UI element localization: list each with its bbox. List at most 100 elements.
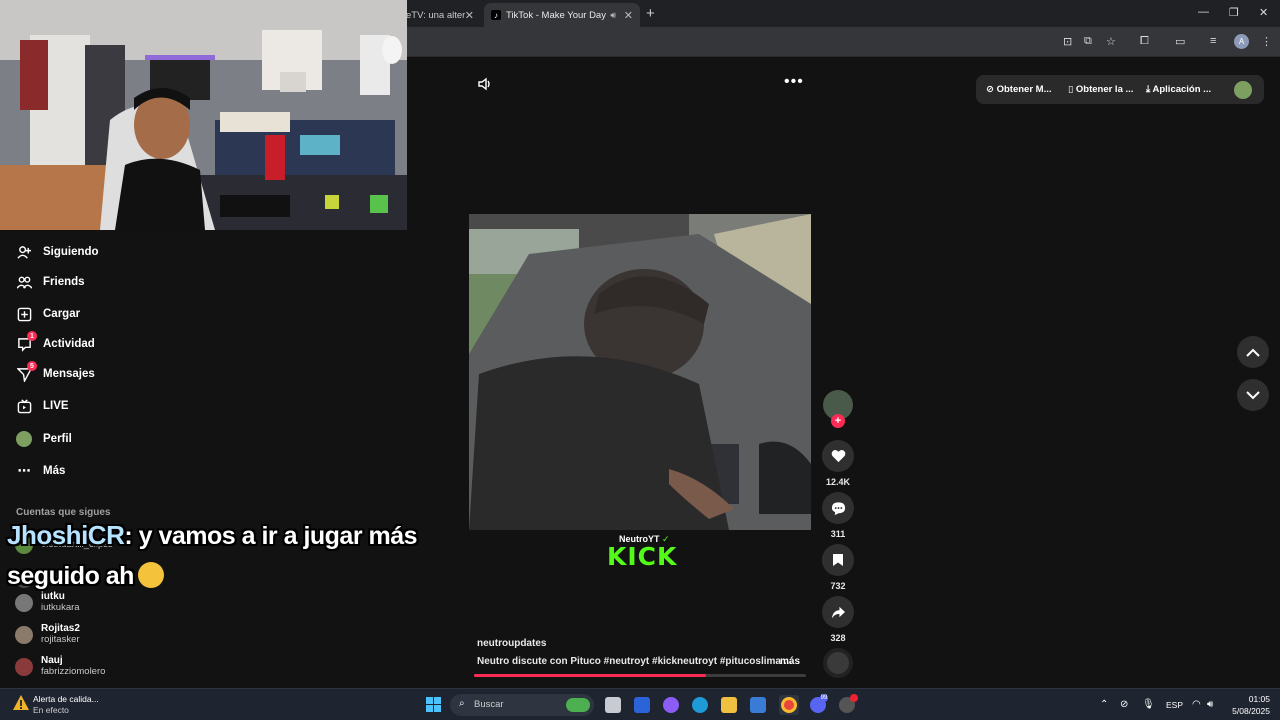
video-progress-bar[interactable] [474, 674, 806, 677]
weather-alert-subtitle: En efecto [33, 705, 69, 715]
network-off-icon[interactable]: ⊘ [1120, 699, 1128, 710]
sidebar-item-live[interactable]: LIVE [16, 398, 69, 414]
extensions-icon[interactable]: ⧠ [1140, 35, 1149, 48]
notification-dot [850, 694, 858, 702]
next-video-button[interactable] [1237, 379, 1269, 411]
following-account[interactable]: Rojitas2 rojitasker [15, 623, 80, 646]
follow-plus-icon[interactable]: + [831, 414, 845, 428]
task-view-icon[interactable] [605, 697, 621, 713]
video-options-icon[interactable]: ••• [784, 73, 804, 91]
windows-taskbar: Alerta de calida... En efecto ⌕ Buscar 9… [0, 688, 1280, 720]
account-handle: rojitasker [41, 634, 80, 645]
get-coins-button[interactable]: ⊘ Obtener M... [986, 84, 1052, 95]
previous-video-button[interactable] [1237, 336, 1269, 368]
tab-etv[interactable]: eTV: una alter ✕ [406, 3, 482, 27]
video-frame-image [469, 214, 811, 530]
close-icon[interactable]: ✕ [624, 9, 633, 22]
clock-date[interactable]: 5/08/2025 [1220, 706, 1270, 716]
microsoft-store-icon[interactable] [750, 697, 766, 713]
tab-tiktok[interactable]: ♪ TikTok - Make Your Day 🔊︎ ✕ [484, 3, 640, 27]
comment-icon [831, 501, 845, 515]
clock-time[interactable]: 01:05 [1220, 694, 1270, 704]
bookmark-star-icon[interactable]: ☆ [1106, 35, 1116, 48]
upload-icon [16, 306, 32, 322]
kick-watermark: KICK [607, 542, 678, 571]
more-icon: ⋯ [17, 463, 31, 478]
close-icon[interactable]: ✕ [465, 9, 474, 22]
speaker-icon[interactable]: 🔊︎ [1207, 699, 1213, 710]
account-name: Nauj [41, 655, 63, 666]
tiktok-logo-icon: ♪ [491, 10, 501, 20]
save-button[interactable] [822, 544, 854, 576]
media-controls-icon[interactable]: ≡ [1210, 35, 1216, 47]
translate-icon[interactable]: ⧉ [1084, 35, 1092, 48]
tab-audio-icon[interactable]: 🔊︎ [610, 10, 616, 21]
share-button[interactable] [822, 596, 854, 628]
desktop-app-button[interactable]: ⤓ Aplicación ... [1146, 84, 1211, 95]
minimize-button[interactable]: — [1198, 6, 1209, 18]
edge-icon[interactable] [692, 697, 708, 713]
account-name: Rojitas2 [41, 623, 80, 634]
language-indicator[interactable]: ESP [1166, 700, 1183, 710]
sidebar-item-label: Mensajes [43, 368, 95, 380]
share-count: 328 [830, 633, 846, 643]
weather-alert-icon[interactable] [12, 694, 30, 712]
sidebar-item-perfil[interactable]: Perfil [16, 431, 72, 447]
sidebar-item-actividad[interactable]: 1 Actividad [16, 331, 95, 352]
following-account[interactable]: Nauj fabrizziomolero [15, 655, 105, 678]
browser-menu-icon[interactable]: ⋮ [1261, 35, 1272, 48]
sidebar-item-mas[interactable]: ⋯ Más [16, 463, 66, 479]
chrome-icon[interactable] [781, 697, 797, 713]
restore-button[interactable]: ❐ [1229, 6, 1239, 19]
file-explorer-icon[interactable] [721, 697, 737, 713]
install-app-icon[interactable]: ⊡ [1063, 35, 1072, 48]
video-player[interactable] [469, 214, 811, 530]
avatar [15, 625, 33, 644]
save-count: 732 [830, 581, 846, 591]
windows-start-icon[interactable] [426, 697, 441, 712]
new-tab-button[interactable]: + [646, 5, 655, 22]
wifi-icon[interactable]: ◠ [1192, 699, 1201, 710]
music-disc-icon[interactable] [823, 648, 853, 678]
heart-icon [831, 450, 845, 463]
discord-badge: 99 [820, 694, 828, 702]
video-author[interactable]: neutroupdates [477, 638, 546, 649]
whiteboard-icon[interactable] [634, 697, 650, 713]
laughing-emoji-icon [137, 562, 164, 589]
sidebar-item-label: Más [43, 465, 66, 477]
user-follow-icon [16, 244, 32, 260]
close-window-button[interactable]: ✕ [1259, 6, 1268, 19]
account-handle: fabrizziomolero [41, 666, 106, 677]
tray-chevron-up-icon[interactable]: ⌃ [1100, 699, 1108, 710]
address-bar[interactable] [407, 31, 1047, 53]
browser-profile-avatar[interactable]: A [1234, 34, 1249, 49]
tab-title: eTV: una alter [406, 9, 466, 21]
sidebar-item-friends[interactable]: Friends [16, 274, 85, 290]
messages-icon: 5 [16, 361, 37, 382]
chat-username: JhoshiCR [7, 520, 125, 550]
get-app-button[interactable]: ▯ Obtener la ... [1068, 84, 1133, 95]
notification-badge: 1 [27, 331, 37, 341]
caption-more-link[interactable]: más [780, 656, 800, 667]
user-avatar[interactable] [1234, 81, 1252, 99]
watermelon-icon [566, 698, 590, 712]
like-button[interactable] [822, 440, 854, 472]
sidebar-item-cargar[interactable]: Cargar [16, 306, 80, 322]
share-arrow-icon [831, 606, 845, 618]
stream-chat-message: JhoshiCR: y vamos a ir a jugar más segui… [7, 515, 447, 596]
copilot-icon[interactable] [663, 697, 679, 713]
sidebar-item-label: Siguiendo [43, 246, 99, 258]
search-placeholder: Buscar [474, 699, 504, 710]
bookmark-icon [833, 554, 843, 566]
comment-button[interactable] [822, 492, 854, 524]
weather-alert-title[interactable]: Alerta de calida... [33, 694, 99, 704]
sidebar-item-label: Actividad [43, 338, 95, 350]
volume-icon[interactable] [477, 76, 493, 95]
sidebar-item-mensajes[interactable]: 5 Mensajes [16, 361, 95, 382]
sidepanel-icon[interactable]: ▭ [1175, 35, 1185, 48]
chevron-down-icon [1246, 390, 1260, 399]
sidebar-item-label: Perfil [43, 433, 72, 445]
sidebar-item-siguiendo[interactable]: Siguiendo [16, 244, 99, 260]
avatar [15, 657, 33, 676]
microphone-icon[interactable]: 🎙︎ [1142, 699, 1155, 710]
